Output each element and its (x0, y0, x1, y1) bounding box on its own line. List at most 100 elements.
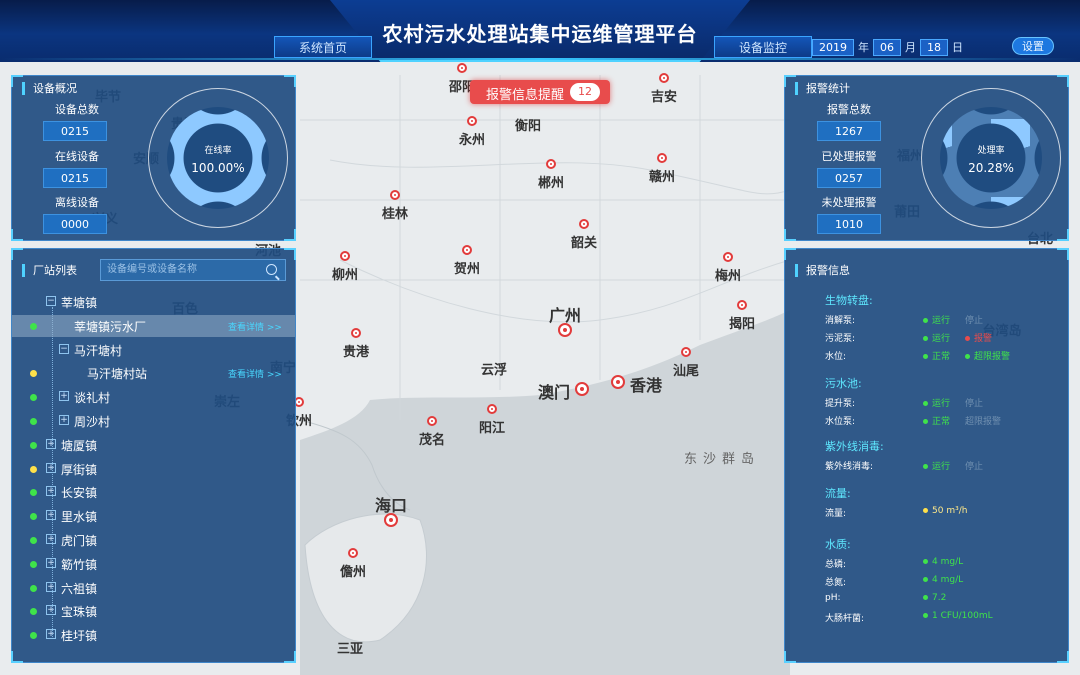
city-marker-icon[interactable] (427, 416, 437, 426)
city-marker-icon[interactable] (351, 328, 361, 338)
device-total-value: 0215 (43, 121, 107, 141)
city-label: 韶关 (570, 236, 598, 251)
city-marker-icon[interactable] (467, 116, 477, 126)
station-tree-item[interactable]: − 马汗塘村 (12, 339, 295, 361)
city-marker-icon[interactable] (348, 548, 358, 558)
city-marker-icon[interactable] (723, 252, 733, 262)
expand-icon[interactable]: + (46, 629, 56, 640)
city-label: 衡阳 (514, 119, 542, 134)
city-marker-icon[interactable] (659, 73, 669, 83)
station-tree-item[interactable]: + 周沙村 (12, 410, 295, 432)
status-primary: 1 CFU/100mL (923, 611, 993, 621)
expand-icon[interactable]: + (59, 415, 69, 425)
alarm-info-title: 报警信息 (795, 264, 850, 277)
station-tree-item[interactable]: 马汗塘村站 查看详情 >> (12, 362, 295, 384)
nav-device-monitor-button[interactable]: 设备监控 (714, 36, 812, 58)
view-detail-link[interactable]: 查看详情 >> (228, 320, 282, 333)
alarm-info-label: 水位泵: (825, 417, 856, 427)
expand-icon[interactable]: + (46, 605, 56, 616)
status-dot (30, 441, 37, 449)
alarm-info-row: 提升泵: 运行 停止 (825, 396, 1075, 410)
handle-rate-ring: 处理率 20.28% (940, 107, 1042, 209)
expand-icon[interactable]: + (46, 557, 56, 568)
status-dot (30, 322, 37, 330)
nav-home-button[interactable]: 系统首页 (274, 36, 372, 58)
station-tree-item[interactable]: − 莘塘镇 (12, 291, 295, 313)
city-marker-icon[interactable] (681, 347, 691, 357)
station-tree-label: 六祖镇 (61, 581, 98, 596)
status-dot (30, 632, 37, 640)
expand-icon[interactable]: + (46, 486, 56, 497)
alarm-info-label: 大肠杆菌: (825, 614, 865, 624)
city-marker-icon[interactable] (390, 190, 400, 200)
city-label: 贵港 (342, 345, 370, 360)
city-marker-icon[interactable] (657, 153, 667, 163)
city-label: 桂林 (381, 207, 409, 222)
station-tree-label: 宝珠镇 (61, 605, 98, 620)
station-tree-item[interactable]: 莘塘镇污水厂 查看详情 >> (12, 314, 295, 337)
alarm-reminder-button[interactable]: 报警信息提醒 12 (470, 80, 610, 104)
status-primary: 运行 (923, 313, 950, 326)
city-marker-icon[interactable] (340, 251, 350, 261)
collapse-icon[interactable]: − (59, 343, 69, 354)
city-marker-icon[interactable] (487, 404, 497, 414)
status-dot (30, 465, 37, 473)
alarm-info-row: 污泥泵: 运行 报警 (825, 331, 1075, 345)
station-tree-item[interactable]: + 厚街镇 (12, 458, 295, 480)
alarm-info-label: 水位: (825, 352, 847, 362)
city-marker-icon[interactable] (611, 375, 625, 389)
station-tree-label: 塘厦镇 (61, 438, 98, 453)
alarm-stats-title: 报警统计 (795, 82, 850, 95)
status-primary: 4 mg/L (923, 575, 963, 585)
city-marker-icon[interactable] (575, 382, 589, 396)
expand-icon[interactable]: + (46, 438, 56, 449)
city-label: 阳江 (478, 421, 506, 436)
alarm-info-panel: 报警信息 生物转盘: 消解泵: 运行 停止 污泥泵: 运行 报警 水位: 正常 超限报警 污水池: 提… (784, 248, 1069, 663)
expand-icon[interactable]: + (46, 581, 56, 592)
station-tree-item[interactable]: + 里水镇 (12, 505, 295, 527)
city-marker-icon[interactable] (579, 219, 589, 229)
station-search-input[interactable]: 设备编号或设备名称 (100, 259, 286, 281)
status-secondary: 停止 (965, 462, 984, 472)
station-tree-item[interactable]: + 簕竹镇 (12, 553, 295, 575)
online-rate-ring: 在线率 100.00% (167, 107, 269, 209)
station-tree-label: 谈礼村 (74, 391, 111, 406)
expand-icon[interactable]: + (46, 534, 56, 544)
status-secondary: 超限报警 (965, 349, 1010, 362)
station-tree-item[interactable]: + 长安镇 (12, 481, 295, 503)
station-tree-item[interactable]: + 塘厦镇 (12, 434, 295, 456)
date-month-field[interactable]: 06 (873, 38, 901, 56)
station-tree-label: 簕竹镇 (61, 557, 98, 572)
search-icon[interactable] (266, 264, 277, 275)
status-primary: 运行 (923, 331, 950, 344)
device-offline-value: 0000 (43, 214, 107, 234)
station-tree-item[interactable]: + 谈礼村 (12, 386, 295, 408)
alarm-section-title: 水质: (825, 538, 851, 551)
date-day-field[interactable]: 18 (920, 38, 948, 56)
station-tree-label: 莘塘镇 (61, 296, 98, 310)
view-detail-link[interactable]: 查看详情 >> (228, 367, 282, 380)
city-marker-icon[interactable] (546, 159, 556, 169)
expand-icon[interactable]: + (59, 391, 69, 402)
city-marker-icon[interactable] (462, 245, 472, 255)
alarm-info-row: 消解泵: 运行 停止 (825, 313, 1075, 327)
alarm-count-badge: 12 (570, 83, 600, 101)
city-marker-icon[interactable] (737, 300, 747, 310)
settings-button[interactable]: 设置 (1012, 37, 1054, 55)
alarm-info-label: 总磷: (825, 560, 847, 570)
alarm-info-label: 污泥泵: (825, 334, 856, 344)
expand-icon[interactable]: + (46, 510, 56, 521)
alarm-info-label: pH: (825, 593, 841, 603)
station-tree-item[interactable]: + 桂圩镇 (12, 624, 295, 646)
expand-icon[interactable]: + (46, 462, 56, 473)
date-year-field[interactable]: 2019 (812, 38, 854, 56)
station-tree-item[interactable]: + 虎门镇 (12, 529, 295, 551)
sea-label: 东沙群岛 (683, 452, 761, 467)
status-secondary: 停止 (965, 399, 984, 409)
city-marker-icon[interactable] (457, 63, 467, 73)
collapse-icon[interactable]: − (46, 296, 56, 306)
city-label: 儋州 (339, 565, 367, 580)
station-list-panel: 厂站列表 设备编号或设备名称 − 莘塘镇 莘塘镇污水厂 查看详情 >> − 马汗塘村 马汗塘… (11, 248, 296, 663)
station-tree-item[interactable]: + 六祖镇 (12, 577, 295, 599)
station-tree-item[interactable]: + 宝珠镇 (12, 600, 295, 622)
